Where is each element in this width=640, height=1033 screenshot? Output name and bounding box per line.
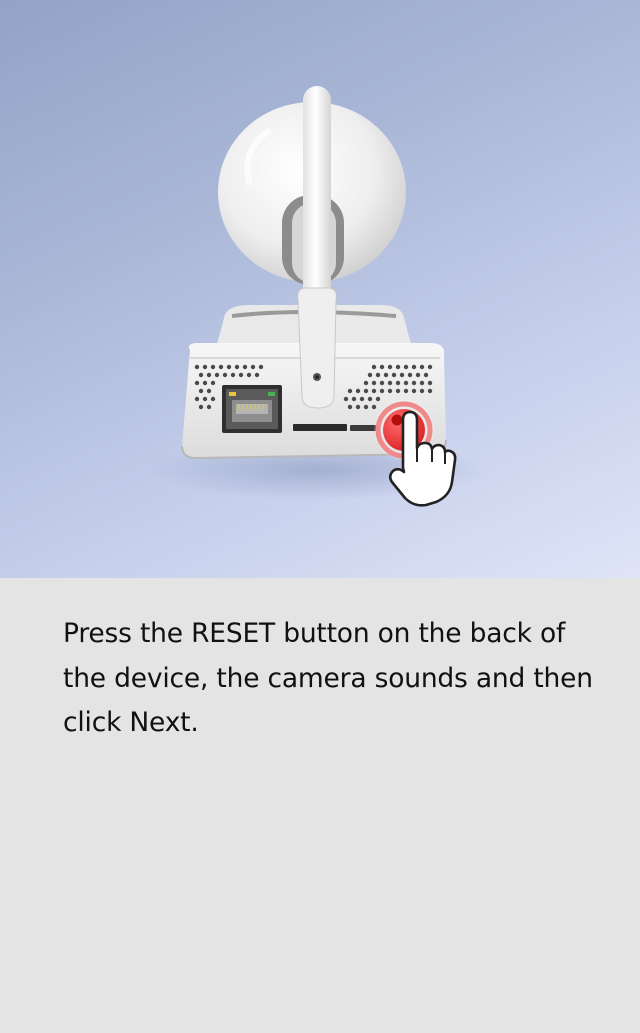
camera-back-image xyxy=(148,86,488,507)
sd-card-slot-icon xyxy=(293,424,376,431)
antenna xyxy=(297,86,337,409)
instruction-text: Press the RESET button on the back of th… xyxy=(63,618,593,738)
camera-illustration xyxy=(0,0,640,578)
ethernet-port-icon xyxy=(222,385,282,433)
